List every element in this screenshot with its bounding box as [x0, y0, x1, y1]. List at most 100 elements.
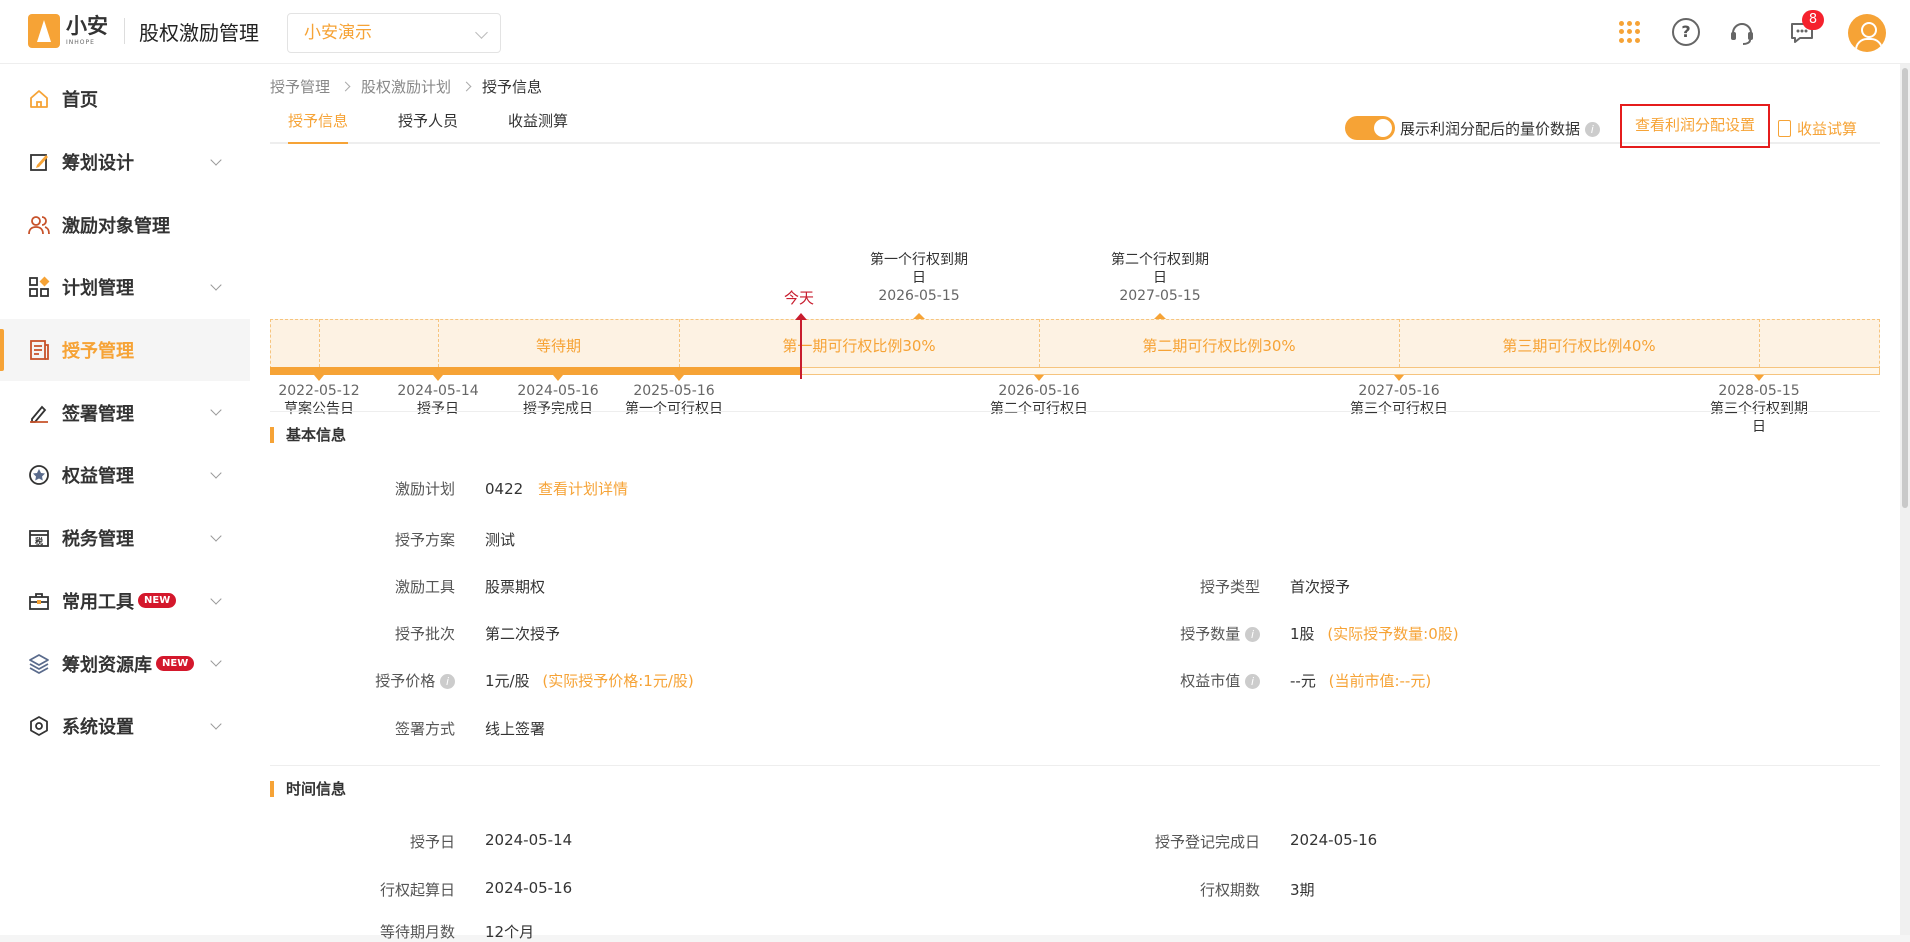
tick-marker [1394, 375, 1404, 381]
sidebar-item-resources[interactable]: 筹划资源库 NEW [0, 632, 250, 695]
field-label: 授予数量 i [1130, 623, 1260, 644]
event-label: 草案公告日 [284, 401, 354, 417]
price-note: (实际授予价格:1元/股) [542, 672, 694, 690]
breadcrumb-item[interactable]: 股权激励计划 [361, 76, 451, 97]
sign-icon [28, 402, 50, 424]
svg-text:税: 税 [35, 536, 43, 546]
sidebar-item-settings[interactable]: 系统设置 [0, 695, 250, 758]
reg-value: 2024-05-16 [1290, 831, 1378, 849]
period-waiting: 等待期 [535, 337, 581, 355]
apps-grid-icon[interactable] [1616, 18, 1644, 46]
grant-date-value: 2024-05-14 [485, 831, 573, 849]
event-first-exercisable: 2025-05-16 第一个可行权日 [624, 382, 724, 418]
vertical-scrollbar[interactable] [1900, 64, 1910, 935]
apps-icon [28, 276, 50, 298]
company-select[interactable]: 小安演示 [287, 13, 501, 53]
sidebar-item-tax-mgmt[interactable]: 税 税务管理 [0, 507, 250, 570]
event-date: 2027-05-16 [1358, 383, 1440, 399]
event-date: 2028-05-15 [1718, 383, 1800, 399]
rights-icon [28, 464, 50, 486]
event-draft-announce: 2022-05-12 草案公告日 [264, 382, 374, 418]
sidebar-item-label: 系统设置 [62, 717, 134, 739]
sidebar-item-label: 筹划资源库 [62, 654, 152, 676]
tick-marker [314, 375, 324, 381]
breadcrumb-item[interactable]: 授予管理 [270, 76, 330, 97]
info-icon[interactable]: i [1245, 627, 1260, 642]
sidebar-item-participants[interactable]: 激励对象管理 [0, 193, 250, 256]
mv-note: (当前市值:--元) [1328, 672, 1432, 690]
sidebar-item-grant-mgmt[interactable]: 授予管理 [0, 318, 250, 382]
sidebar: 首页 筹划设计 激励对象管理 计划管理 授予管理 签署管理 权益管理 税 税务管… [0, 64, 250, 935]
field-label: 授予方案 [394, 531, 455, 549]
view-plan-details-link[interactable]: 查看计划详情 [538, 480, 628, 498]
price-value: 1元/股 (实际授予价格:1元/股) [485, 670, 694, 691]
tick-marker [1754, 375, 1764, 381]
sidebar-item-rights-mgmt[interactable]: 权益管理 [0, 444, 250, 507]
sidebar-item-home[interactable]: 首页 [0, 68, 250, 131]
qty-note: (实际授予数量:0股) [1327, 625, 1459, 643]
profit-distribution-toggle[interactable] [1345, 116, 1395, 140]
sign-value: 线上签署 [485, 720, 546, 738]
sidebar-item-label: 税务管理 [62, 529, 134, 551]
info-icon[interactable]: i [440, 674, 455, 689]
help-icon[interactable]: ? [1672, 18, 1700, 46]
logo[interactable]: 小安 INHOPE 股权激励管理 [28, 14, 259, 48]
event-label: 第二个行权到期日 [1111, 252, 1209, 286]
today-line [800, 317, 802, 379]
field-label: 授予登记完成日 [1154, 833, 1260, 851]
divider [270, 765, 1880, 766]
new-badge: NEW [156, 656, 195, 672]
period-third: 第三期可行权比例40% [1502, 337, 1656, 355]
message-count-badge: 8 [1802, 10, 1824, 30]
chevron-right-icon [461, 81, 472, 92]
avatar[interactable] [1848, 14, 1886, 52]
tool-value: 股票期权 [485, 578, 546, 596]
toolbox-icon [28, 590, 50, 612]
scheme-value: 测试 [485, 531, 516, 549]
event-date: 2024-05-14 [397, 383, 479, 399]
sidebar-item-plan-mgmt[interactable]: 计划管理 [0, 256, 250, 319]
sidebar-item-label: 签署管理 [62, 403, 134, 425]
section-title-basic: 基本信息 [270, 427, 346, 443]
event-label: 第一个行权到期日 [870, 252, 968, 286]
tab-grantees[interactable]: 授予人员 [398, 108, 458, 144]
new-badge: NEW [138, 593, 177, 609]
chevron-down-icon [210, 655, 222, 667]
breadcrumb-current: 授予信息 [482, 78, 543, 96]
tick-marker [433, 375, 443, 381]
plan-value: 0422 查看计划详情 [485, 478, 628, 499]
mv-value-text: --元 [1290, 672, 1316, 690]
tick-marker [553, 375, 563, 381]
customer-service-icon[interactable] [1728, 18, 1756, 46]
qty-label: 授予数量 [1180, 625, 1241, 643]
scrollbar-thumb[interactable] [1902, 68, 1908, 508]
qty-value: 1股 (实际授予数量:0股) [1290, 623, 1459, 644]
tab-grant-info[interactable]: 授予信息 [288, 108, 349, 144]
event-date: 2022-05-12 [278, 383, 360, 399]
event-grant-complete: 2024-05-16 授予完成日 [503, 382, 613, 418]
top-header: 小安 INHOPE 股权激励管理 小安演示 ? 8 [0, 0, 1910, 64]
logo-name: 小安 [66, 14, 108, 38]
chevron-down-icon [210, 279, 222, 291]
field-label: 授予批次 [394, 625, 455, 643]
tab-income-calc[interactable]: 收益测算 [508, 108, 568, 144]
logo-sub: INHOPE [66, 39, 95, 46]
chevron-down-icon [475, 26, 488, 39]
home-icon [28, 88, 50, 110]
tick-marker [913, 313, 925, 319]
toggle-label-text: 展示利润分配后的量价数据 [1400, 120, 1581, 138]
income-trial-calc-link[interactable]: 收益试算 [1778, 118, 1857, 139]
sidebar-item-planning[interactable]: 筹划设计 [0, 131, 250, 194]
view-profit-settings-button[interactable]: 查看利润分配设置 [1620, 104, 1770, 148]
field-label: 授予价格 i [325, 670, 455, 691]
vesting-timeline: 等待期 第一期可行权比例30% 第二期可行权比例30% 第三期可行权比例40% … [270, 189, 1880, 479]
batch-value: 第二次授予 [485, 625, 561, 643]
event-label: 第三个行权到期日 [1710, 401, 1808, 435]
event-third-exercisable: 2027-05-16 第三个可行权日 [1349, 382, 1449, 418]
chevron-down-icon [210, 154, 222, 166]
info-icon[interactable]: i [1584, 122, 1600, 137]
sidebar-item-sign-mgmt[interactable]: 签署管理 [0, 381, 250, 444]
info-icon[interactable]: i [1245, 674, 1260, 689]
app-title: 股权激励管理 [139, 20, 259, 45]
sidebar-item-tools[interactable]: 常用工具 NEW [0, 570, 250, 633]
